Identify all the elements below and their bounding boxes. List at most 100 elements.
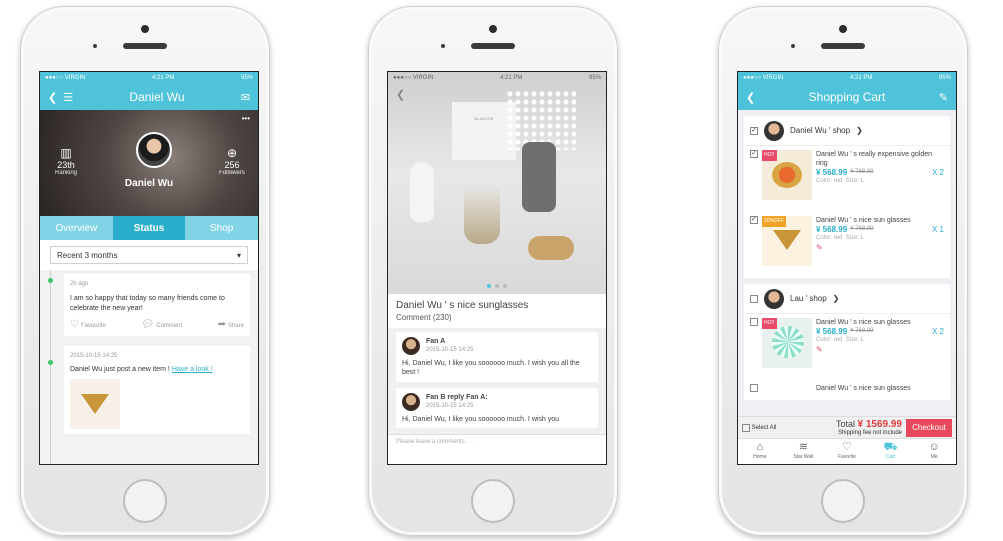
comment-time: 2015-10-15 14:25 xyxy=(426,403,474,409)
home-button[interactable] xyxy=(471,479,515,523)
item-old-price: ¥ 768.99 xyxy=(850,328,874,334)
item-name: Daniel Wu ' s nice sun glasses xyxy=(816,217,911,224)
shop-header[interactable]: Lau ' shop ❯ xyxy=(744,284,950,314)
phone-profile: ●●●○○ VIRGIN 4:21 PM 95% ❮ ☰ Daniel Wu ✉… xyxy=(20,6,270,536)
time-filter-select[interactable]: Recent 3 months ▾ xyxy=(50,246,248,264)
item-price: ¥ 568.99 xyxy=(816,327,848,336)
necklace-image[interactable] xyxy=(70,379,120,429)
item-price: ¥ 568.99 xyxy=(816,168,848,177)
profile-header: ••• ▥ 23th Ranking Daniel Wu ⊕ 256 Follo… xyxy=(40,110,258,216)
have-a-look-link[interactable]: Have a look ! xyxy=(172,366,213,373)
front-camera xyxy=(839,25,847,33)
product-photo[interactable]: ●●●○○ VIRGIN 4:21 PM 95% ❮ BLANCHE xyxy=(388,72,606,294)
comments-list: Fan A 2015-10-15 14:25 Hi, Daniel Wu, I l… xyxy=(388,328,606,450)
tab-shop[interactable]: Shop xyxy=(185,216,258,240)
edit-item-icon[interactable]: ✎ xyxy=(816,243,944,252)
followers-stat[interactable]: ⊕ 256 Followers xyxy=(212,146,252,176)
item-checkbox[interactable] xyxy=(750,384,758,392)
item-name: Daniel Wu ' s really expensive golden ri… xyxy=(816,151,932,167)
comment-text: Hi, Daniel Wu, I like you soooooo much. … xyxy=(402,416,560,423)
more-icon[interactable]: ••• xyxy=(242,114,250,123)
timeline-dot xyxy=(48,360,53,365)
tab-star-wall[interactable]: ≋ Star Wall xyxy=(782,439,826,464)
followers-label: Followers xyxy=(219,170,245,176)
cart-item: ✓ 20%OFF Daniel Wu ' s nice sun glasses … xyxy=(744,212,950,278)
item-checkbox[interactable]: ✓ xyxy=(750,150,758,158)
item-name: Daniel Wu ' s nice sun glasses xyxy=(816,319,911,326)
favourite-button[interactable]: ♡ Favourite xyxy=(70,320,106,331)
tab-status[interactable]: Status xyxy=(112,216,186,240)
chevron-right-icon: ❯ xyxy=(832,294,840,303)
tab-cart[interactable]: ⛟ Cart xyxy=(869,439,913,464)
chevron-right-icon: ❯ xyxy=(856,126,863,135)
comment-button[interactable]: 💬︎ Comment xyxy=(141,320,182,331)
tab-home[interactable]: ⌂ Home xyxy=(738,439,782,464)
nav-bar: ❮ ☰ Daniel Wu ✉ xyxy=(40,84,258,110)
tab-me[interactable]: ☺ Me xyxy=(912,439,956,464)
shop-checkbox[interactable] xyxy=(750,294,758,303)
cart-item: ✓ HOT Daniel Wu ' s really expensive gol… xyxy=(744,146,950,212)
tab-favorite[interactable]: ♡ Favorite xyxy=(825,439,869,464)
product-title: Daniel Wu ' s nice sunglasses xyxy=(396,300,529,311)
battery: 95% xyxy=(938,75,951,81)
comment-input[interactable]: Please leave a comments . . . xyxy=(388,434,606,450)
item-image[interactable]: 20%OFF xyxy=(762,216,812,266)
back-icon[interactable]: ❮ xyxy=(396,88,405,101)
battery: 95% xyxy=(588,75,601,81)
select-all-checkbox[interactable] xyxy=(742,423,750,432)
item-image[interactable]: HOT xyxy=(762,150,812,200)
ranking-stat[interactable]: ▥ 23th Ranking xyxy=(46,146,86,176)
hot-tag: HOT xyxy=(762,318,777,329)
comment-item: Fan A 2015-10-15 14:25 Hi, Daniel Wu, I l… xyxy=(396,332,598,382)
bar-chart-icon: ▥ xyxy=(60,146,72,160)
page-title: Shopping Cart xyxy=(808,90,886,104)
shop-name: Daniel Wu ' shop xyxy=(790,126,851,135)
share-button[interactable]: ➦ Share xyxy=(218,320,244,331)
item-image[interactable]: HOT xyxy=(762,318,812,368)
carousel-dots[interactable] xyxy=(388,284,606,288)
phone-cart: ●●●○○ VIRGIN 4:21 PM 95% ❮ Shopping Cart… xyxy=(718,6,968,536)
sensor xyxy=(93,44,97,48)
cart-icon: ⛟ xyxy=(883,441,898,453)
white-vase xyxy=(410,162,434,222)
avatar[interactable] xyxy=(402,337,420,355)
tab-overview[interactable]: Overview xyxy=(40,216,113,240)
ranking-value: 23th xyxy=(57,160,75,170)
status-timeline: 2h ago I am so happy that today so many … xyxy=(40,270,258,464)
followers-value: 256 xyxy=(224,160,240,170)
item-color: Color: red xyxy=(816,235,843,241)
carrier: ●●●○○ VIRGIN xyxy=(45,75,86,81)
clock: 4:21 PM xyxy=(500,75,523,81)
item-color: Color: red xyxy=(816,178,843,184)
vase xyxy=(522,142,556,212)
item-checkbox[interactable] xyxy=(750,318,758,326)
clock: 4:21 PM xyxy=(152,75,175,81)
select-all-label[interactable]: Select All xyxy=(752,425,777,431)
item-color: Color: red xyxy=(816,337,843,343)
home-button[interactable] xyxy=(123,479,167,523)
comment-time: 2015-10-15 14:25 xyxy=(426,347,474,353)
avatar[interactable] xyxy=(402,393,420,411)
post-time: 2h ago xyxy=(70,281,89,287)
back-icon[interactable]: ❮ xyxy=(746,91,755,104)
item-checkbox[interactable]: ✓ xyxy=(750,216,758,224)
person-icon: ☺ xyxy=(928,441,940,453)
checkout-button[interactable]: Checkout xyxy=(906,418,952,437)
menu-list-icon[interactable]: ☰ xyxy=(63,92,73,104)
cart-list: ✓ Daniel Wu ' shop ❯ ✓ HOT Daniel Wu ' s… xyxy=(738,110,956,420)
comment-count: Comment (230) xyxy=(396,313,452,322)
mail-icon[interactable]: ✉ xyxy=(241,91,250,104)
avatar[interactable] xyxy=(136,132,172,168)
shop-checkbox[interactable]: ✓ xyxy=(750,126,758,135)
home-button[interactable] xyxy=(821,479,865,523)
back-icon[interactable]: ❮ xyxy=(48,92,57,104)
item-size: Size: L xyxy=(845,337,865,343)
item-size: Size: L xyxy=(845,235,865,241)
shop-header[interactable]: ✓ Daniel Wu ' shop ❯ xyxy=(744,116,950,146)
shop-group: ✓ Daniel Wu ' shop ❯ ✓ HOT Daniel Wu ' s… xyxy=(744,116,950,278)
edit-pencil-icon[interactable]: ✎ xyxy=(939,91,948,104)
shop-avatar xyxy=(764,288,784,309)
battery: 95% xyxy=(240,75,253,81)
add-circle-icon: ⊕ xyxy=(226,146,238,160)
edit-item-icon[interactable]: ✎ xyxy=(816,345,944,354)
